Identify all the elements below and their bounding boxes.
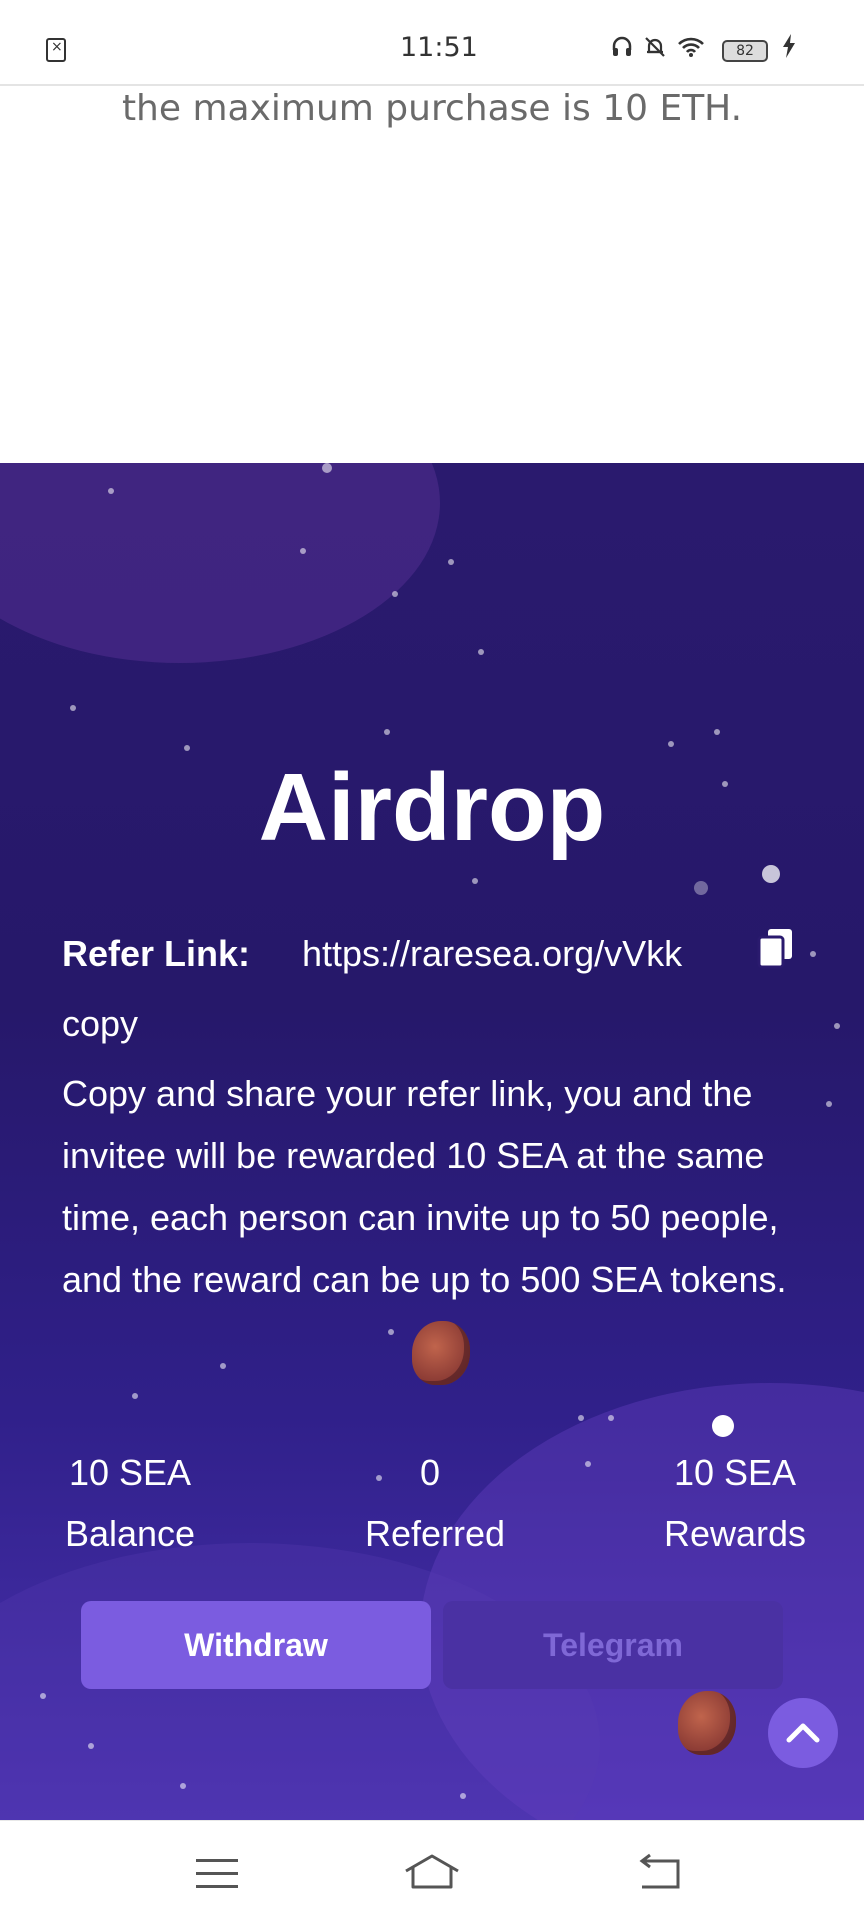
star-dot	[472, 878, 478, 884]
document-x-icon	[46, 38, 66, 62]
purchase-limit-text: the maximum purchase is 10 ETH.	[121, 88, 743, 129]
star-dot	[108, 488, 114, 494]
star-dot	[184, 745, 190, 751]
stat-value: 0	[419, 1452, 441, 1493]
refer-link-row: Refer Link: https://raresea.org/vVkk	[62, 929, 822, 983]
chevron-up-icon	[786, 1723, 820, 1743]
star-dot	[40, 1693, 46, 1699]
star-dot	[448, 559, 454, 565]
charging-icon	[782, 34, 796, 64]
airdrop-section: Airdrop Refer Link: https://raresea.org/…	[0, 463, 864, 1820]
star-dot	[714, 729, 720, 735]
copy-link[interactable]: copy	[62, 1003, 138, 1045]
status-bar: 11:51 82	[0, 0, 864, 86]
airdrop-description: Copy and share your refer link, you and …	[62, 1073, 787, 1300]
system-nav-bar	[0, 1820, 864, 1920]
star-dot	[712, 1415, 734, 1437]
coin-decoration	[678, 1691, 736, 1755]
wifi-icon	[678, 36, 704, 64]
stat-value: 10 SEA	[673, 1452, 797, 1493]
stat-label: Balance	[64, 1513, 196, 1554]
copy-icon[interactable]	[756, 927, 796, 971]
star-dot	[834, 1023, 840, 1029]
airdrop-stats: 10 SEA Balance 0 Referred 10 SEA Rewards	[0, 1443, 864, 1563]
star-dot	[180, 1783, 186, 1789]
airdrop-title: Airdrop	[258, 754, 606, 861]
star-dot	[220, 1363, 226, 1369]
home-icon[interactable]	[403, 1851, 461, 1895]
battery-icon: 82	[722, 40, 768, 62]
stat-rewards: 10 SEA Rewards	[640, 1443, 830, 1565]
star-dot	[460, 1793, 466, 1799]
star-dot	[578, 1415, 584, 1421]
stat-label: Rewards	[663, 1513, 807, 1554]
star-dot	[762, 865, 780, 883]
coin-decoration	[412, 1321, 470, 1385]
refer-link-value[interactable]: https://raresea.org/vVkk	[302, 933, 682, 975]
star-dot	[70, 705, 76, 711]
star-dot	[388, 1329, 394, 1335]
star-dot	[478, 649, 484, 655]
refer-link-label: Refer Link:	[62, 933, 251, 974]
star-dot	[88, 1743, 94, 1749]
stat-balance: 10 SEA Balance	[40, 1443, 220, 1565]
star-dot	[322, 463, 332, 473]
star-dot	[392, 591, 398, 597]
headphones-icon	[612, 36, 632, 64]
status-time: 11:51	[400, 32, 478, 63]
star-dot	[608, 1415, 614, 1421]
back-icon[interactable]	[636, 1853, 682, 1895]
star-dot	[694, 881, 708, 895]
telegram-button[interactable]: Telegram	[443, 1601, 783, 1689]
status-icons	[612, 36, 704, 64]
star-dot	[300, 548, 306, 554]
menu-icon[interactable]	[196, 1859, 238, 1889]
background-blob	[0, 463, 440, 663]
scroll-to-top-button[interactable]	[768, 1698, 838, 1768]
star-dot	[668, 741, 674, 747]
bell-off-icon	[644, 36, 666, 64]
star-dot	[826, 1101, 832, 1107]
stat-referred: 0 Referred	[340, 1443, 530, 1565]
stat-value: 10 SEA	[68, 1452, 192, 1493]
star-dot	[384, 729, 390, 735]
withdraw-button[interactable]: Withdraw	[81, 1601, 431, 1689]
star-dot	[132, 1393, 138, 1399]
stat-label: Referred	[364, 1513, 506, 1554]
